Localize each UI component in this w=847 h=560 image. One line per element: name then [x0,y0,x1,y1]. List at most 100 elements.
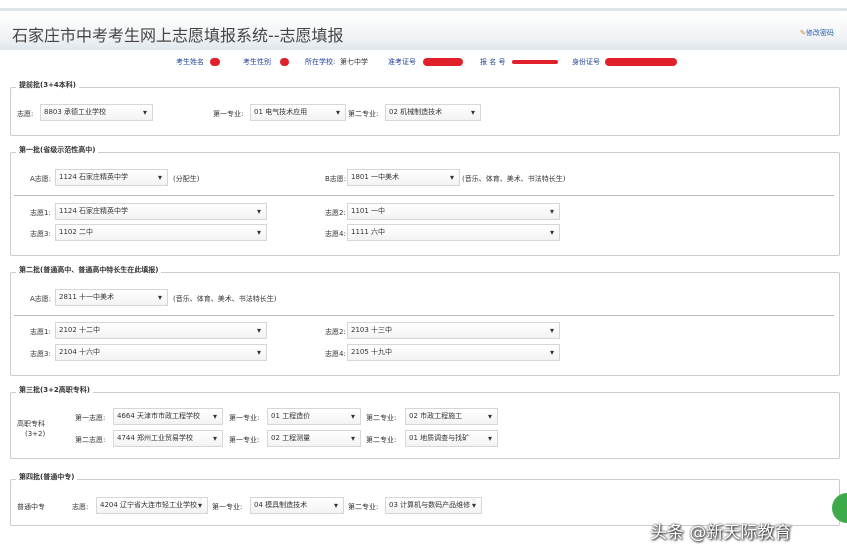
wish4-select[interactable]: 1111 六中 ▾ [347,224,560,241]
wish2-select[interactable]: 2103 十三中 ▾ [347,322,560,339]
a-wish-label: A志愿: [30,175,52,183]
chevron-down-icon: ▾ [549,326,554,335]
selected-value: 03 计算机与数码产品维修 [389,501,471,509]
major1-select[interactable]: 01 工程造价 ▾ [267,408,361,425]
major1-select[interactable]: 04 模具制造技术 ▾ [250,497,344,514]
chevron-down-icon: ▾ [256,207,261,216]
section-batch-3 [10,392,840,459]
a-wish-select[interactable]: 2811 十一中美术 ▾ [55,289,168,306]
selected-value: 1801 一中美术 [351,173,400,181]
wish3-select[interactable]: 1102 二中 ▾ [55,224,267,241]
chevron-down-icon: ▾ [335,108,340,117]
change-password-label: 修改密码 [805,29,834,37]
wish1-label: 第一志愿: [75,414,106,422]
name-label: 考生姓名 [176,58,204,66]
chevron-down-icon: ▾ [487,412,492,421]
chevron-down-icon: ▾ [549,207,554,216]
major1-select[interactable]: 02 工程测量 ▾ [267,430,361,447]
section-legend: 第二批(普通高中、普通高中特长生在此填报) [16,265,162,275]
change-password-link[interactable]: ✎修改密码 [800,28,834,38]
major2-select[interactable]: 02 机械制造技术 ▾ [385,104,481,121]
wish-select[interactable]: 4204 辽宁省大连市轻工业学校 ▾ [96,497,208,514]
chevron-down-icon: ▾ [471,498,476,513]
chevron-down-icon: ▾ [487,434,492,443]
major2-select[interactable]: 02 市政工程施工 ▾ [405,408,498,425]
selected-value: 1101 一中 [351,207,386,215]
major2-select[interactable]: 03 计算机与数码产品维修 ▾ [385,497,482,514]
wish-select[interactable]: 8803 承德工业学校 ▾ [40,104,153,121]
wish3-label: 志愿3: [30,350,51,358]
divider [14,315,834,316]
major1-select[interactable]: 01 电气技术应用 ▾ [250,104,346,121]
selected-value: 02 市政工程施工 [409,412,463,420]
selected-value: 02 机械制造技术 [389,108,443,116]
major1-label: 第一专业: [229,414,260,422]
wish4-label: 志愿4: [325,350,346,358]
selected-value: 1124 石家庄精英中学 [59,173,129,181]
chevron-down-icon: ▾ [256,348,261,357]
selected-value: 4664 天津市市政工程学校 [117,412,201,420]
section-legend: 第一批(省级示范性高中) [16,145,99,155]
top-border [0,8,847,11]
redacted-name [210,58,220,66]
wish1-select[interactable]: 2102 十二中 ▾ [55,322,267,339]
major2-select[interactable]: 01 地质调查与找矿 ▾ [405,430,498,447]
page-title: 石家庄市中考考生网上志愿填报系统--志愿填报 [12,26,344,45]
wish2-select[interactable]: 4744 郑州工业贸易学校 ▾ [113,430,223,447]
chevron-down-icon: ▾ [157,293,162,302]
wish2-label: 志愿2: [325,328,346,336]
selected-value: 2105 十九中 [351,348,393,356]
a-wish-select[interactable]: 1124 石家庄精英中学 ▾ [55,169,168,186]
wish-label: 志愿: [17,110,34,118]
major1-label: 第一专业: [212,503,243,511]
selected-value: 2811 十一中美术 [59,293,115,301]
wish2-label: 第二志愿: [75,436,106,444]
wish1-select[interactable]: 1124 石家庄精英中学 ▾ [55,203,267,220]
wish1-label: 志愿1: [30,328,51,336]
chevron-down-icon: ▾ [256,228,261,237]
school-label: 所在学校: [305,58,336,66]
selected-value: 01 工程造价 [271,412,311,420]
b-wish-select[interactable]: 1801 一中美术 ▾ [347,169,460,186]
redacted-id [605,58,677,66]
selected-value: 01 地质调查与找矿 [409,434,470,442]
selected-value: 2103 十三中 [351,326,393,334]
category-label: 高职专科 [17,420,45,428]
redacted-gender [280,58,289,66]
chevron-down-icon: ▾ [212,412,217,421]
wish-label: 志愿: [72,503,89,511]
selected-value: 4204 辽宁省大连市轻工业学校 [100,501,198,509]
wish2-label: 志愿2: [325,209,346,217]
divider [14,195,834,196]
wish1-select[interactable]: 4664 天津市市政工程学校 ▾ [113,408,223,425]
ticket-label: 准考证号 [388,58,416,66]
section-legend: 第三批(3+2高职专科) [16,385,94,395]
selected-value: 2102 十二中 [59,326,101,334]
b-wish-label: B志愿: [325,175,347,183]
major1-label: 第一专业: [229,436,260,444]
b-wish-note: (音乐、体育、美术、书法特长生) [462,175,566,183]
a-wish-note: (音乐、体育、美术、书法特长生) [173,295,277,303]
wish3-select[interactable]: 2104 十六中 ▾ [55,344,267,361]
chevron-down-icon: ▾ [350,434,355,443]
major2-label: 第二专业: [366,436,397,444]
chevron-down-icon: ▾ [350,412,355,421]
selected-value: 1102 二中 [59,228,94,236]
chevron-down-icon: ▾ [470,108,475,117]
wish4-select[interactable]: 2105 十九中 ▾ [347,344,560,361]
selected-value: 8803 承德工业学校 [44,108,107,116]
section-legend: 提前批(3+4本科) [16,80,80,90]
a-wish-note: (分配生) [173,175,200,183]
chevron-down-icon: ▾ [549,348,554,357]
wish2-select[interactable]: 1101 一中 ▾ [347,203,560,220]
reg-label: 报 名 号 [480,58,506,66]
chevron-down-icon: ▾ [333,501,338,510]
major2-label: 第二专业: [348,110,379,118]
selected-value: 04 模具制造技术 [254,501,308,509]
wish1-label: 志愿1: [30,209,51,217]
selected-value: 1124 石家庄精英中学 [59,207,129,215]
redacted-ticket [423,58,463,66]
major2-label: 第二专业: [366,414,397,422]
section-legend: 第四批(普通中专) [16,472,78,482]
a-wish-label: A志愿: [30,295,52,303]
